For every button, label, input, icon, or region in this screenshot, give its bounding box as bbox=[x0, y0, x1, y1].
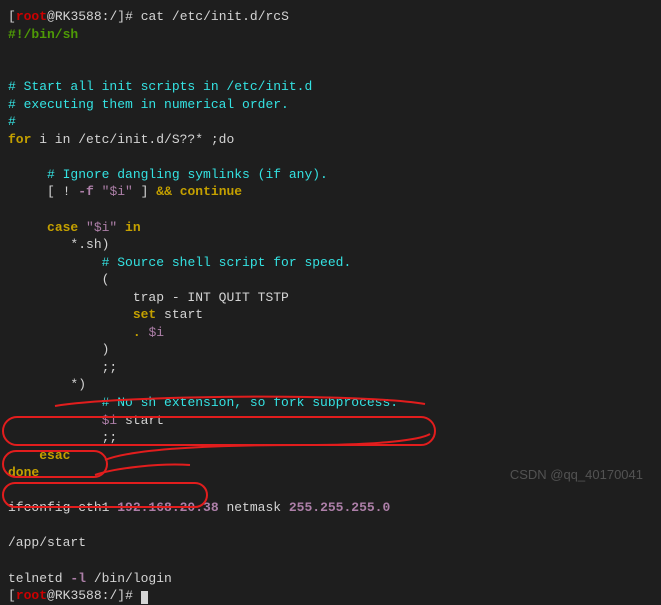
dot-keyword: . bbox=[133, 325, 149, 340]
set-keyword: set bbox=[133, 307, 156, 322]
paren-open: ( bbox=[102, 272, 110, 287]
command-cat: cat /etc/init.d/rcS bbox=[141, 9, 289, 24]
prompt[interactable]: [root@RK3588:/]# bbox=[8, 588, 141, 603]
ifconfig-line: ifconfig eth1 192.168.20.38 netmask 255.… bbox=[8, 500, 390, 515]
comment: # Source shell script for speed. bbox=[102, 255, 352, 270]
case-keyword: case bbox=[47, 220, 86, 235]
case-pattern-star: *) bbox=[70, 377, 86, 392]
var-i: $i bbox=[102, 413, 118, 428]
dsemi: ;; bbox=[102, 430, 118, 445]
comment: # Ignore dangling symlinks (if any). bbox=[47, 167, 328, 182]
comment: # bbox=[8, 114, 16, 129]
test-expr: [ ! -f "$i" ] && continue bbox=[47, 184, 242, 199]
terminal-output: [root@RK3588:/]# cat /etc/init.d/rcS #!/… bbox=[8, 8, 653, 605]
telnetd-line: telnetd -l /bin/login bbox=[8, 571, 172, 586]
case-pattern-sh: *.sh) bbox=[70, 237, 109, 252]
app-start-line: /app/start bbox=[8, 535, 86, 550]
cursor bbox=[141, 591, 148, 604]
done-keyword: done bbox=[8, 465, 39, 480]
paren-close: ) bbox=[102, 342, 110, 357]
dot-var: $i bbox=[148, 325, 164, 340]
for-line: i in /etc/init.d/S??* ;do bbox=[31, 132, 234, 147]
comment: # No sh extension, so fork subprocess. bbox=[102, 395, 398, 410]
watermark: CSDN @qq_40170041 bbox=[510, 466, 643, 484]
dsemi: ;; bbox=[102, 360, 118, 375]
comment: # Start all init scripts in /etc/init.d bbox=[8, 79, 312, 94]
comment: # executing them in numerical order. bbox=[8, 97, 289, 112]
esac-keyword: esac bbox=[39, 448, 70, 463]
shebang: #!/bin/sh bbox=[8, 27, 78, 42]
for-keyword: for bbox=[8, 132, 31, 147]
case-var: "$i" bbox=[86, 220, 117, 235]
prompt: [root@RK3588:/]# bbox=[8, 9, 141, 24]
trap-line: trap - INT QUIT TSTP bbox=[133, 290, 289, 305]
